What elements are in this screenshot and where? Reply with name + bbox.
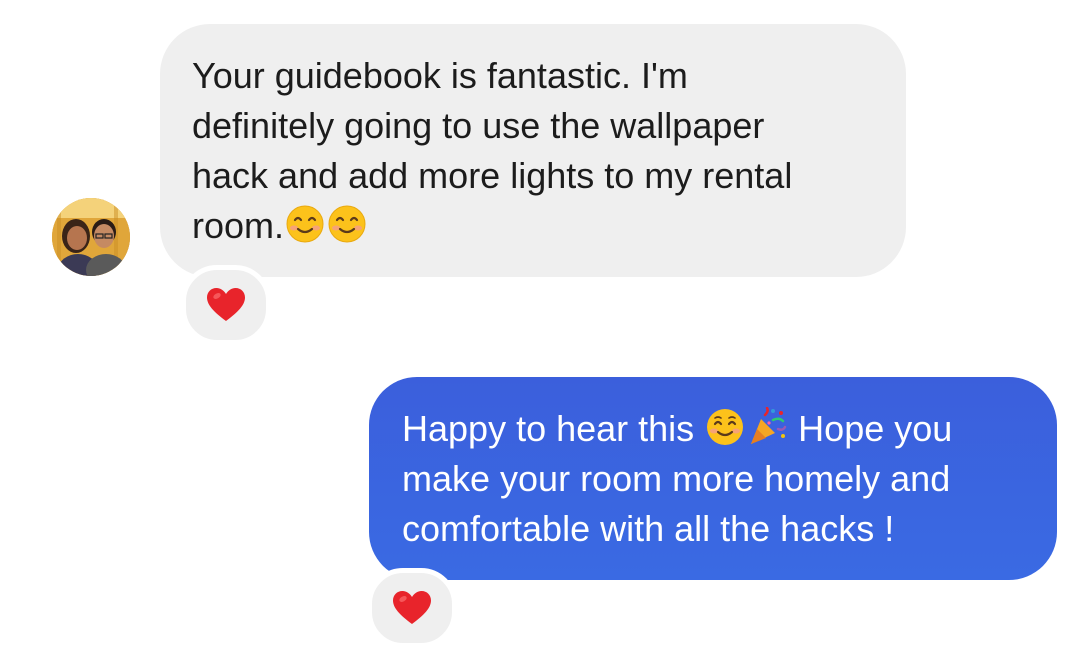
- outgoing-reaction-badge[interactable]: [367, 568, 457, 648]
- outgoing-message-bubble[interactable]: Happy to hear this Hope you make your ro…: [369, 377, 1057, 580]
- smiling-face-icon: [328, 205, 366, 243]
- incoming-reaction-badge[interactable]: [181, 265, 271, 345]
- contact-avatar[interactable]: [52, 198, 130, 276]
- outgoing-message-text-start: Happy to hear this: [402, 408, 705, 449]
- smiling-face-icon: [707, 409, 744, 445]
- party-popper-icon: [751, 407, 787, 444]
- incoming-message-text: Your guidebook is fantastic. I'm definit…: [192, 55, 793, 246]
- avatar-photo: [52, 198, 130, 276]
- red-heart-icon: [207, 288, 245, 321]
- red-heart-icon: [393, 591, 431, 624]
- incoming-message-bubble[interactable]: Your guidebook is fantastic. I'm definit…: [160, 24, 906, 277]
- smiling-face-icon: [286, 205, 324, 243]
